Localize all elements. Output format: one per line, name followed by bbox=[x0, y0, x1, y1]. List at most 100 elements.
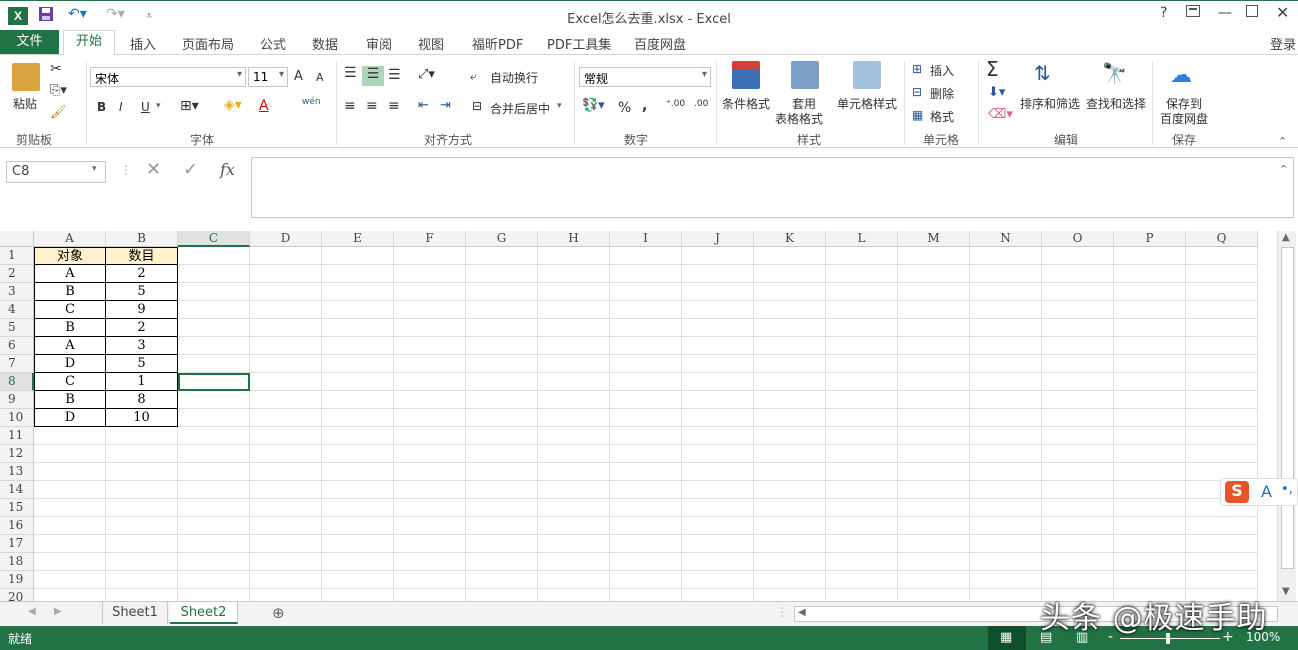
cell-J6[interactable] bbox=[682, 337, 754, 355]
cell-L15[interactable] bbox=[826, 499, 898, 517]
cell-B13[interactable] bbox=[106, 463, 178, 481]
cell-B2[interactable]: 2 bbox=[106, 265, 178, 283]
ime-mode-indicator[interactable]: A bbox=[1261, 482, 1272, 501]
cell-K15[interactable] bbox=[754, 499, 826, 517]
ribbon-display-icon[interactable] bbox=[1186, 5, 1200, 21]
cell-I1[interactable] bbox=[610, 247, 682, 265]
cell-P16[interactable] bbox=[1114, 517, 1186, 535]
tab-view[interactable]: 视图 bbox=[418, 34, 444, 53]
cell-N7[interactable] bbox=[970, 355, 1042, 373]
name-box[interactable]: C8 bbox=[6, 161, 106, 183]
cell-A8[interactable]: C bbox=[34, 373, 106, 391]
cell-J4[interactable] bbox=[682, 301, 754, 319]
cell-P11[interactable] bbox=[1114, 427, 1186, 445]
cell-G17[interactable] bbox=[466, 535, 538, 553]
cell-G13[interactable] bbox=[466, 463, 538, 481]
cell-F3[interactable] bbox=[394, 283, 466, 301]
cell-E4[interactable] bbox=[322, 301, 394, 319]
tab-home[interactable]: 开始 bbox=[63, 30, 115, 55]
cell-M20[interactable] bbox=[898, 589, 970, 601]
column-header[interactable]: Q bbox=[1186, 231, 1258, 247]
tab-pdf-tools[interactable]: PDF工具集 bbox=[547, 34, 611, 53]
cell-E20[interactable] bbox=[322, 589, 394, 601]
cell-O18[interactable] bbox=[1042, 553, 1114, 571]
cell-J9[interactable] bbox=[682, 391, 754, 409]
cell-H2[interactable] bbox=[538, 265, 610, 283]
cell-J3[interactable] bbox=[682, 283, 754, 301]
baidu-netdisk-icon[interactable]: ☁ bbox=[1170, 63, 1192, 88]
cell-I6[interactable] bbox=[610, 337, 682, 355]
cell-Q3[interactable] bbox=[1186, 283, 1258, 301]
row-header[interactable]: 9 bbox=[0, 391, 34, 409]
cell-C4[interactable] bbox=[178, 301, 250, 319]
name-box-dropdown-icon[interactable]: ▾ bbox=[92, 164, 97, 174]
cell-M11[interactable] bbox=[898, 427, 970, 445]
paste-icon[interactable] bbox=[12, 63, 40, 91]
column-header[interactable]: B bbox=[106, 231, 178, 247]
format-cells-button[interactable]: 格式 bbox=[930, 108, 954, 125]
cell-N20[interactable] bbox=[970, 589, 1042, 601]
scroll-down-icon[interactable]: ▼ bbox=[1282, 586, 1290, 597]
delete-cells-icon[interactable]: ⊟ bbox=[912, 85, 922, 99]
increase-indent-icon[interactable]: ⇥ bbox=[440, 98, 451, 113]
row-header[interactable]: 14 bbox=[0, 481, 34, 499]
cell-D2[interactable] bbox=[250, 265, 322, 283]
row-header[interactable]: 6 bbox=[0, 337, 34, 355]
align-middle-icon[interactable]: ☰ bbox=[362, 66, 384, 86]
cell-A18[interactable] bbox=[34, 553, 106, 571]
cell-D12[interactable] bbox=[250, 445, 322, 463]
cell-D13[interactable] bbox=[250, 463, 322, 481]
cell-G10[interactable] bbox=[466, 409, 538, 427]
cell-L12[interactable] bbox=[826, 445, 898, 463]
cell-H4[interactable] bbox=[538, 301, 610, 319]
cell-K19[interactable] bbox=[754, 571, 826, 589]
cell-E15[interactable] bbox=[322, 499, 394, 517]
cell-H3[interactable] bbox=[538, 283, 610, 301]
sheet-tab-1[interactable]: Sheet1 bbox=[102, 602, 168, 624]
cell-L19[interactable] bbox=[826, 571, 898, 589]
formula-input[interactable] bbox=[251, 157, 1294, 218]
number-format-select[interactable]: 常规 bbox=[579, 67, 711, 87]
save-to-baidu-line2[interactable]: 百度网盘 bbox=[1160, 110, 1208, 127]
cell-M10[interactable] bbox=[898, 409, 970, 427]
cell-J1[interactable] bbox=[682, 247, 754, 265]
cell-M2[interactable] bbox=[898, 265, 970, 283]
cell-E8[interactable] bbox=[322, 373, 394, 391]
tab-data[interactable]: 数据 bbox=[312, 34, 338, 53]
sogou-ime-icon[interactable]: S bbox=[1225, 481, 1249, 503]
cell-J5[interactable] bbox=[682, 319, 754, 337]
cell-N13[interactable] bbox=[970, 463, 1042, 481]
cell-O5[interactable] bbox=[1042, 319, 1114, 337]
cell-L10[interactable] bbox=[826, 409, 898, 427]
accounting-format-icon[interactable]: 💱▾ bbox=[582, 98, 605, 113]
cell-F2[interactable] bbox=[394, 265, 466, 283]
cell-D4[interactable] bbox=[250, 301, 322, 319]
cell-N15[interactable] bbox=[970, 499, 1042, 517]
cell-H6[interactable] bbox=[538, 337, 610, 355]
cell-O13[interactable] bbox=[1042, 463, 1114, 481]
cell-N18[interactable] bbox=[970, 553, 1042, 571]
cell-L5[interactable] bbox=[826, 319, 898, 337]
conditional-format-button[interactable]: 条件格式 bbox=[722, 95, 770, 112]
cell-F20[interactable] bbox=[394, 589, 466, 601]
format-cells-icon[interactable]: ▦ bbox=[912, 108, 923, 122]
cell-K14[interactable] bbox=[754, 481, 826, 499]
cell-N3[interactable] bbox=[970, 283, 1042, 301]
cell-N19[interactable] bbox=[970, 571, 1042, 589]
column-header[interactable]: P bbox=[1114, 231, 1186, 247]
cell-I14[interactable] bbox=[610, 481, 682, 499]
sheet-tab-2[interactable]: Sheet2 bbox=[170, 602, 238, 624]
cell-J20[interactable] bbox=[682, 589, 754, 601]
row-header[interactable]: 2 bbox=[0, 265, 34, 283]
cell-L9[interactable] bbox=[826, 391, 898, 409]
cell-M8[interactable] bbox=[898, 373, 970, 391]
cut-icon[interactable]: ✂ bbox=[50, 61, 62, 77]
cell-O19[interactable] bbox=[1042, 571, 1114, 589]
cell-O16[interactable] bbox=[1042, 517, 1114, 535]
cell-L6[interactable] bbox=[826, 337, 898, 355]
fill-icon[interactable]: ⬇▾ bbox=[988, 85, 1005, 100]
cell-C19[interactable] bbox=[178, 571, 250, 589]
clear-icon[interactable]: ⌫▾ bbox=[988, 107, 1013, 122]
cell-Q8[interactable] bbox=[1186, 373, 1258, 391]
active-cell[interactable] bbox=[178, 373, 250, 391]
